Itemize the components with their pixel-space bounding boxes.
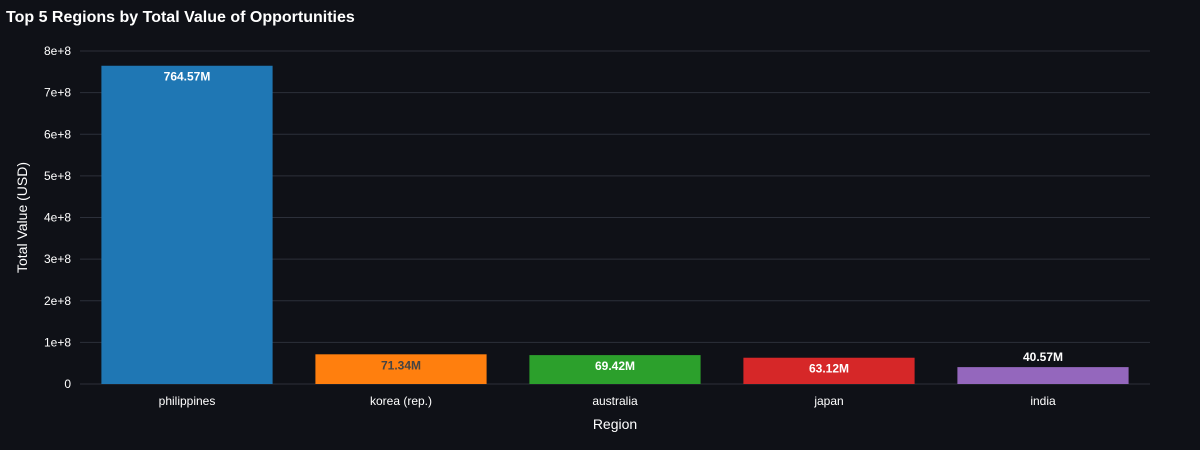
bar[interactable] — [101, 65, 273, 384]
data-label: 764.57M — [164, 70, 211, 84]
label-layer: 764.57M 71.34M 69.42M 63.12M 40.57M — [164, 70, 1063, 376]
y-axis-title: Total Value (USD) — [14, 162, 30, 273]
y-tick-label: 3e+8 — [44, 252, 71, 266]
y-axis-ticks: 0 1e+8 2e+8 3e+8 4e+8 5e+8 6e+8 7e+8 8e+8 — [44, 44, 71, 391]
y-tick-label: 8e+8 — [44, 44, 71, 58]
bar-chart: 764.57M 71.34M 69.42M 63.12M 40.57M 0 1e+8 2e+… — [14, 44, 1150, 432]
x-tick-label: japan — [813, 394, 843, 408]
x-tick-label: korea (rep.) — [370, 394, 432, 408]
y-tick-label: 4e+8 — [44, 211, 71, 225]
data-label: 69.42M — [595, 359, 635, 373]
x-tick-label: australia — [592, 394, 638, 408]
bar[interactable] — [957, 367, 1129, 384]
y-tick-label: 6e+8 — [44, 127, 71, 141]
y-tick-label: 7e+8 — [44, 86, 71, 100]
x-tick-label: india — [1030, 394, 1056, 408]
x-tick-label: philippines — [159, 394, 216, 408]
data-label: 40.57M — [1023, 350, 1063, 364]
data-label: 63.12M — [809, 362, 849, 376]
x-axis-title: Region — [593, 416, 637, 432]
chart-root: Top 5 Regions by Total Value of Opportun… — [0, 0, 1200, 450]
y-tick-label: 1e+8 — [44, 335, 71, 349]
data-label: 71.34M — [381, 358, 421, 372]
y-tick-label: 0 — [64, 377, 71, 391]
bar-layer — [101, 65, 1129, 384]
y-tick-label: 2e+8 — [44, 294, 71, 308]
y-tick-label: 5e+8 — [44, 169, 71, 183]
x-axis-ticks: philippines korea (rep.) australia japan ind… — [159, 394, 1056, 408]
